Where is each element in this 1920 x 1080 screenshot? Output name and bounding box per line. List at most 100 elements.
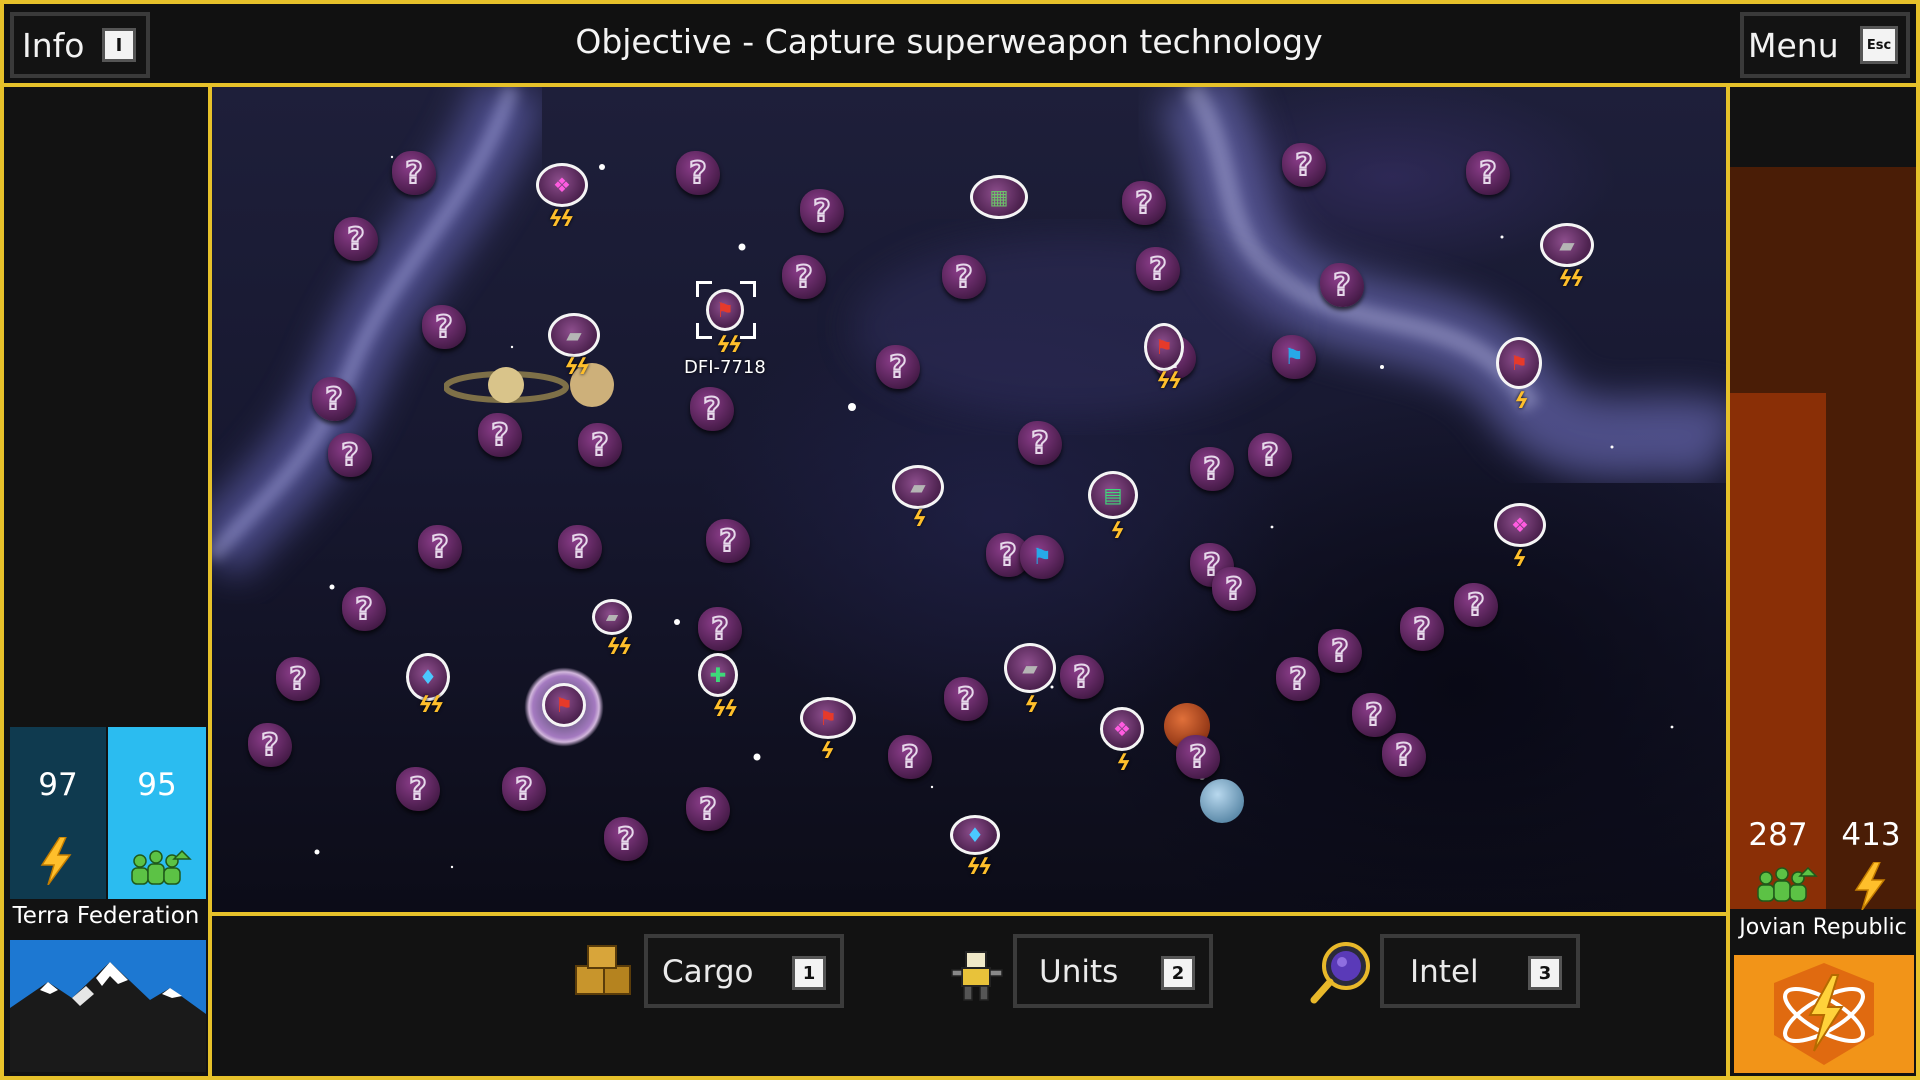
unexplored-asteroid[interactable]: ? [1136, 247, 1180, 291]
unexplored-asteroid[interactable]: ? [1176, 735, 1220, 779]
unexplored-asteroid[interactable]: ? [690, 387, 734, 431]
unexplored-asteroid[interactable]: ? [1318, 629, 1362, 673]
selected-flag-node[interactable]: ⚑ [706, 289, 744, 331]
units-button[interactable]: Units 2 [1013, 934, 1213, 1008]
terminal-icon: ▤ [1103, 483, 1123, 507]
rock-icon: ▰ [605, 607, 619, 626]
rock-node[interactable]: ▰ [1540, 223, 1594, 267]
menu-key-hint: Esc [1860, 26, 1898, 64]
player-faction-panel: 97 95 Terra Federation [0, 87, 212, 1080]
unexplored-asteroid[interactable]: ? [396, 767, 440, 811]
unexplored-asteroid[interactable]: ? [1122, 181, 1166, 225]
blue-crystal-icon: ♦ [419, 665, 437, 689]
info-key-hint: I [102, 28, 136, 62]
red-flag-node[interactable]: ⚑ [1496, 337, 1542, 389]
menu-label: Menu [1748, 25, 1839, 65]
red-flag-icon: ⚑ [555, 693, 573, 717]
unexplored-asteroid[interactable]: ? [392, 151, 436, 195]
selected-node-label: DFI-7718 [684, 357, 766, 378]
unexplored-asteroid[interactable]: ? [1060, 655, 1104, 699]
unexplored-asteroid[interactable]: ? [1248, 433, 1292, 477]
intel-key-hint: 3 [1528, 956, 1562, 990]
intel-label: Intel [1410, 954, 1479, 990]
blue-flag-asteroid[interactable]: ⚑ [1020, 535, 1064, 579]
plus-icon: ✚ [709, 663, 727, 687]
unexplored-asteroid[interactable]: ? [1276, 657, 1320, 701]
unexplored-asteroid[interactable]: ? [502, 767, 546, 811]
unexplored-asteroid[interactable]: ? [698, 607, 742, 651]
red-flag-icon: ⚑ [1155, 335, 1173, 359]
unexplored-asteroid[interactable]: ? [800, 189, 844, 233]
unexplored-asteroid[interactable]: ? [706, 519, 750, 563]
unexplored-asteroid[interactable]: ? [1454, 583, 1498, 627]
rock-node[interactable]: ▰ [892, 465, 944, 509]
info-button[interactable]: Info I [10, 12, 150, 78]
energy-bolt-icon [40, 837, 72, 885]
unexplored-asteroid[interactable]: ? [578, 423, 622, 467]
units-key-hint: 2 [1161, 956, 1195, 990]
cargo-button[interactable]: Cargo 1 [644, 934, 844, 1008]
unexplored-asteroid[interactable]: ? [334, 217, 378, 261]
crystal-node[interactable]: ❖ [536, 163, 588, 207]
energy-bolt-icon [1854, 862, 1886, 910]
blue-flag-asteroid[interactable]: ⚑ [1272, 335, 1316, 379]
player-energy-value: 97 [38, 767, 78, 803]
red-flag-icon: ⚑ [819, 706, 837, 730]
unexplored-asteroid[interactable]: ? [604, 817, 648, 861]
population-growth-icon [1757, 866, 1818, 902]
unexplored-asteroid[interactable]: ? [276, 657, 320, 701]
unexplored-asteroid[interactable]: ? [888, 735, 932, 779]
unexplored-asteroid[interactable]: ? [422, 305, 466, 349]
unexplored-asteroid[interactable]: ? [942, 255, 986, 299]
enemy-faction-name: Jovian Republic [1739, 915, 1907, 940]
menu-button[interactable]: Menu Esc [1740, 12, 1910, 78]
unexplored-asteroid[interactable]: ? [1400, 607, 1444, 651]
rock-node[interactable]: ▰ [592, 599, 632, 635]
rock-icon: ▰ [910, 475, 926, 499]
red-flag-node[interactable]: ⚑ [800, 697, 856, 739]
rock-icon: ▰ [1559, 233, 1575, 257]
factory-icon: ▦ [989, 185, 1009, 209]
unexplored-asteroid[interactable]: ? [418, 525, 462, 569]
star-map[interactable]: ? ? ? ? ? ? ? ? ? ? ? ? ? ? ? ? ? ? ? ? … [212, 87, 1726, 916]
unexplored-asteroid[interactable]: ? [1190, 447, 1234, 491]
crafting-node[interactable]: ▦ [970, 175, 1028, 219]
blue-crystal-node[interactable]: ♦ [950, 815, 1000, 855]
unexplored-asteroid[interactable]: ? [876, 345, 920, 389]
unexplored-asteroid[interactable]: ? [328, 433, 372, 477]
rock-node[interactable]: ▰ [1004, 643, 1056, 693]
home-base-node[interactable]: ⚑ [542, 683, 586, 727]
unexplored-asteroid[interactable]: ? [342, 587, 386, 631]
unexplored-asteroid[interactable]: ? [1466, 151, 1510, 195]
player-energy-bar: 97 [10, 727, 106, 899]
enemy-energy-value: 413 [1841, 817, 1901, 853]
unexplored-asteroid[interactable]: ? [1352, 693, 1396, 737]
enemy-population-value: 287 [1748, 817, 1808, 853]
unexplored-asteroid[interactable]: ? [676, 151, 720, 195]
unexplored-asteroid[interactable]: ? [1382, 733, 1426, 777]
terra-federation-emblem-icon [10, 940, 206, 1072]
unexplored-asteroid[interactable]: ? [1212, 567, 1256, 611]
unexplored-asteroid[interactable]: ? [248, 723, 292, 767]
medical-node[interactable]: ✚ [698, 653, 738, 697]
crystal-node[interactable]: ❖ [1100, 707, 1144, 751]
blue-planet [1200, 779, 1244, 823]
unexplored-asteroid[interactable]: ? [1018, 421, 1062, 465]
unexplored-asteroid[interactable]: ? [312, 377, 356, 421]
unexplored-asteroid[interactable]: ? [1282, 143, 1326, 187]
unexplored-asteroid[interactable]: ? [1320, 263, 1364, 307]
unexplored-asteroid[interactable]: ? [686, 787, 730, 831]
intel-node[interactable]: ▤ [1088, 471, 1138, 519]
red-flag-node[interactable]: ⚑ [1144, 323, 1184, 371]
unexplored-asteroid[interactable]: ? [558, 525, 602, 569]
intel-magnifier-icon [1310, 942, 1370, 1004]
unexplored-asteroid[interactable]: ? [478, 413, 522, 457]
rock-node[interactable]: ▰ [548, 313, 600, 357]
unexplored-asteroid[interactable]: ? [782, 255, 826, 299]
crystal-icon: ❖ [1113, 717, 1131, 741]
crystal-node[interactable]: ❖ [1494, 503, 1546, 547]
unexplored-asteroid[interactable]: ? [944, 677, 988, 721]
intel-button[interactable]: Intel 3 [1380, 934, 1580, 1008]
ringed-planet [444, 363, 614, 407]
units-label: Units [1039, 954, 1119, 990]
